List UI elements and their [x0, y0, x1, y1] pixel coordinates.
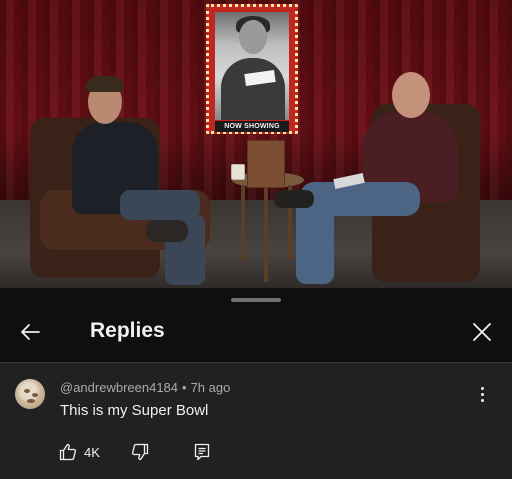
meta-separator: • — [182, 380, 187, 395]
avatar[interactable] — [15, 379, 45, 409]
dislike-button[interactable] — [128, 440, 152, 464]
more-options-button[interactable] — [472, 382, 492, 406]
sheet-title: Replies — [90, 319, 165, 342]
reply-button[interactable] — [190, 440, 214, 464]
reply-comment-icon — [194, 443, 210, 461]
drag-handle[interactable] — [231, 298, 281, 302]
arrow-left-icon — [21, 324, 40, 340]
now-showing-poster: NOW SHOWING — [206, 4, 298, 134]
close-button[interactable] — [464, 316, 500, 348]
comment-meta: @andrewbreen4184 • 7h ago — [60, 380, 230, 395]
like-button[interactable]: 4K — [58, 440, 100, 464]
poster-caption: NOW SHOWING — [215, 121, 289, 132]
comment-time: 7h ago — [190, 380, 231, 395]
close-icon — [473, 323, 491, 341]
back-button[interactable] — [12, 316, 48, 348]
more-vert-icon — [480, 386, 484, 390]
comment-author[interactable]: @andrewbreen4184 — [60, 380, 178, 395]
mug — [231, 164, 245, 180]
video-player[interactable]: NOW SHOWING — [0, 0, 512, 288]
poster-photo — [215, 12, 289, 120]
like-count: 4K — [84, 444, 100, 460]
thumbs-down-icon — [131, 443, 149, 461]
thumbs-up-icon — [59, 443, 77, 461]
ornate-box — [247, 140, 285, 188]
comment-text: This is my Super Bowl — [60, 402, 209, 419]
